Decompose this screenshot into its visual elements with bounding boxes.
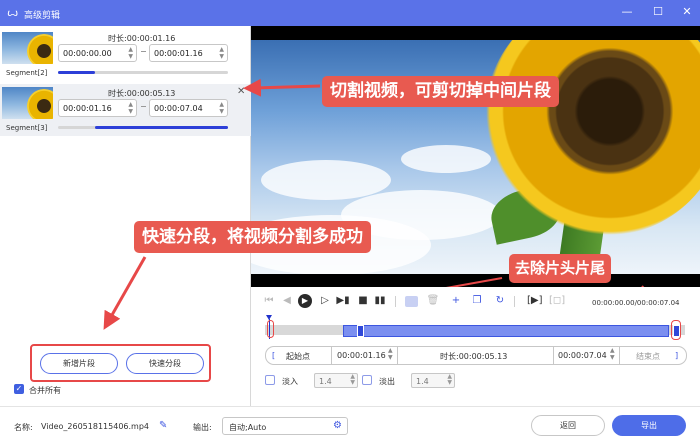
segment-item[interactable]: 时长:00:00:01.16 00:00:00.00 ▲ ▼ 00:00:01.16…: [0, 29, 251, 81]
fade-out-field[interactable]: 1.4 ▲ ▼: [411, 373, 455, 388]
maximize-button[interactable]: ☐: [651, 5, 665, 19]
fade-out-checkbox[interactable]: [362, 375, 372, 385]
end-point-label[interactable]: 结束点: [636, 351, 660, 362]
stop-icon[interactable]: ■: [356, 294, 370, 308]
delete-icon[interactable]: 🗑: [426, 294, 440, 308]
segment-progress-fill: [58, 71, 96, 74]
bracket-left-icon[interactable]: [: [272, 351, 275, 360]
segment-progress: [58, 126, 228, 129]
fade-in-checkbox[interactable]: [265, 375, 275, 385]
window-title: 高级剪辑: [24, 11, 61, 21]
mark-icon[interactable]: [405, 296, 418, 307]
segment-start-field[interactable]: 00:00:00.00 ▲ ▼: [58, 44, 137, 62]
spinner-icon[interactable]: ▲ ▼: [128, 46, 133, 60]
spinner-icon[interactable]: ▲ ▼: [219, 46, 224, 60]
spinner-icon[interactable]: ▲ ▼: [610, 347, 615, 361]
segment-progress: [58, 71, 228, 74]
range-row: [ 起始点 00:00:01.16 ▲ ▼ 时长:00:00:05.13 00:0…: [265, 346, 687, 365]
duration-display: 时长:00:00:05.13: [440, 352, 508, 361]
segment-end-field[interactable]: 00:00:07.04 ▲ ▼: [149, 99, 228, 117]
add-segment-button[interactable]: 新增片段: [40, 353, 118, 374]
callout-trim: 去除片头片尾: [509, 254, 612, 283]
file-name: Video_260518115406.mp4: [41, 422, 149, 431]
segment-thumbnail: [2, 87, 53, 119]
editor-controls: ⏮ ◀ ▶ ▷ ▶▮ ■ ▮▮ 🗑 + ❐ ↻ [▶] [◻] 00:00:00…: [251, 287, 700, 406]
segment-start-field[interactable]: 00:00:01.16 ▲ ▼: [58, 99, 137, 117]
gear-icon[interactable]: ⚙: [333, 420, 342, 431]
quick-split-button[interactable]: 快速分段: [126, 353, 204, 374]
merge-all-label: 合并所有: [29, 386, 61, 395]
fade-in-label: 淡入: [282, 377, 298, 386]
divider: [395, 296, 396, 307]
callout-quick-split: 快速分段，将视频分割多成功: [134, 221, 371, 253]
selection-start-handle[interactable]: [357, 325, 364, 337]
name-label: 名称:: [14, 423, 33, 432]
fade-in-field[interactable]: 1.4 ▲ ▼: [314, 373, 358, 388]
go-end-icon[interactable]: ▶▮: [336, 294, 350, 308]
go-start-icon[interactable]: ⏮: [262, 294, 276, 308]
export-button[interactable]: 导出: [612, 415, 686, 436]
fade-out-label: 淡出: [379, 377, 395, 386]
merge-all-checkbox[interactable]: ✓: [14, 384, 24, 394]
copy-icon[interactable]: ❐: [470, 294, 484, 308]
next-frame-icon[interactable]: ▷: [318, 294, 332, 308]
segment-panel: 时长:00:00:01.16 00:00:00.00 ▲ ▼ 00:00:01.16…: [0, 26, 251, 406]
bracket-right-icon[interactable]: ]: [675, 351, 678, 360]
spinner-icon[interactable]: ▲ ▼: [219, 101, 224, 115]
output-field[interactable]: 自动;Auto ⚙: [222, 417, 348, 435]
prev-frame-icon[interactable]: ◀: [280, 294, 294, 308]
range-dash: [141, 106, 146, 107]
end-time-field[interactable]: 00:00:07.04: [558, 351, 607, 360]
segment-label: Segment[3]: [6, 124, 48, 132]
delete-segment-icon[interactable]: ✕: [237, 86, 245, 97]
close-button[interactable]: ✕: [680, 5, 694, 19]
segment-duration: 时长:00:00:05.13: [108, 89, 176, 98]
start-time-field[interactable]: 00:00:01.16: [337, 351, 386, 360]
divider: [514, 296, 515, 307]
title-bar: ꙍ 高级剪辑 — ☐ ✕: [0, 0, 700, 26]
add-icon[interactable]: +: [449, 294, 463, 308]
timeline-selection[interactable]: [343, 325, 669, 337]
set-end-icon[interactable]: [◻]: [549, 294, 565, 308]
time-display: 00:00:00.00/00:00:07.04: [592, 299, 680, 307]
reset-icon[interactable]: ↻: [493, 294, 507, 308]
output-label: 输出:: [193, 423, 212, 432]
segment-progress-fill: [95, 126, 228, 129]
set-start-icon[interactable]: [▶]: [527, 294, 543, 308]
segment-label: Segment[2]: [6, 69, 48, 77]
minimize-button[interactable]: —: [620, 5, 634, 19]
segment-end-field[interactable]: 00:00:01.16 ▲ ▼: [149, 44, 228, 62]
play-icon[interactable]: ▶: [298, 294, 312, 308]
highlight-box: [267, 320, 274, 338]
footer-bar: 名称: Video_260518115406.mp4 ✎ 输出: 自动;Auto…: [0, 406, 700, 448]
highlight-box: [671, 320, 681, 340]
segment-thumbnail: [2, 32, 53, 64]
segment-item[interactable]: 时长:00:00:05.13 ✕ 00:00:01.16 ▲ ▼ 00:00:07.…: [0, 84, 251, 136]
app-logo-icon: ꙍ: [7, 6, 19, 19]
volume-icon[interactable]: ▮▮: [373, 294, 387, 308]
back-button[interactable]: 返回: [531, 415, 605, 436]
edit-name-icon[interactable]: ✎: [159, 420, 167, 431]
range-dash: [141, 51, 146, 52]
spinner-icon[interactable]: ▲ ▼: [128, 101, 133, 115]
spinner-icon[interactable]: ▲ ▼: [388, 347, 393, 361]
segment-duration: 时长:00:00:01.16: [108, 34, 176, 43]
start-point-label[interactable]: 起始点: [286, 351, 310, 362]
callout-cut: 切割视频，可剪切掉中间片段: [322, 76, 559, 107]
